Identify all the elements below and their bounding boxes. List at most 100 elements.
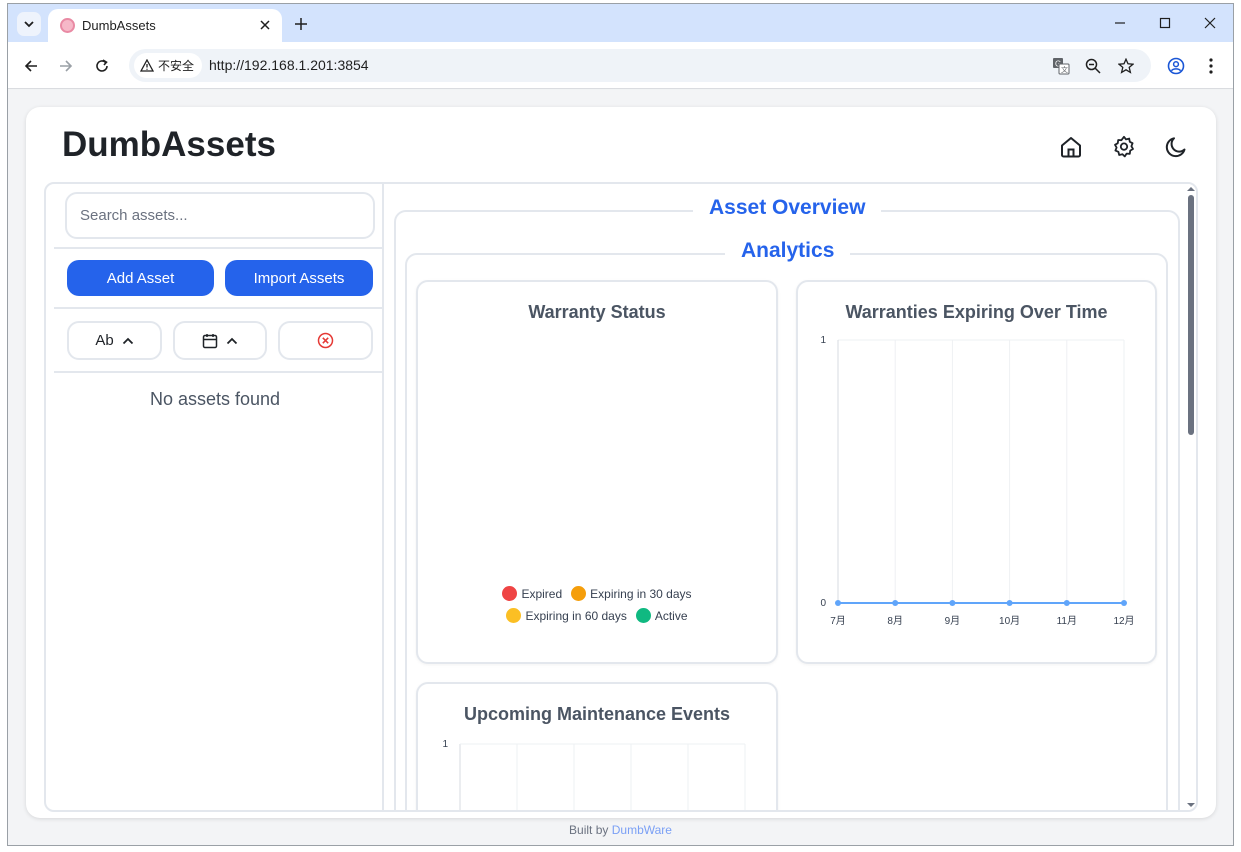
sort-by-date-button[interactable] — [173, 321, 267, 360]
main-frame: Add Asset Import Assets Ab N — [44, 182, 1198, 812]
page-viewport: DumbAssets Add Asset Import Assets — [8, 90, 1233, 845]
y-tick-label: 1 — [820, 335, 826, 346]
legend-swatch — [635, 608, 651, 623]
legend-label: Active — [654, 608, 688, 623]
chart-title: Warranty Status — [528, 302, 666, 322]
divider — [54, 247, 384, 249]
arrow-left-icon — [24, 60, 37, 72]
x-tick-label: 10月 — [999, 615, 1020, 627]
security-indicator[interactable]: 不安全 — [134, 53, 203, 78]
legend-item-expired[interactable]: Expired — [502, 586, 562, 601]
home-button[interactable] — [1056, 132, 1086, 162]
divider — [54, 371, 384, 373]
legend-item-expiring-60[interactable]: Expiring in 60 days — [506, 608, 627, 623]
legend-label: Expiring in 60 days — [525, 608, 627, 623]
scrollbar[interactable] — [1184, 184, 1196, 810]
settings-icon — [1114, 135, 1134, 158]
empty-state-message: No assets found — [149, 389, 281, 409]
browser-menu-button[interactable] — [1200, 55, 1222, 77]
warranties-expiring-chart: Warranties Expiring Over Time 0 1 7月 8月 9月 10… — [796, 280, 1157, 664]
tab-search-button[interactable] — [17, 12, 41, 36]
star-icon — [1118, 58, 1134, 74]
tab-strip: DumbAssets — [8, 4, 1233, 42]
sort-name-label: Ab — [95, 332, 114, 349]
clear-circle-icon — [317, 332, 334, 349]
footer: Built by DumbWare — [8, 823, 1233, 837]
data-point — [1063, 600, 1070, 606]
x-tick-label: 8月 — [887, 615, 903, 627]
back-button[interactable] — [20, 55, 42, 77]
add-asset-button[interactable]: Add Asset — [67, 260, 214, 296]
zoom-button[interactable] — [1082, 55, 1104, 77]
legend-swatch — [571, 586, 587, 601]
profile-icon — [1167, 57, 1185, 75]
browser-toolbar: 不安全 http://192.168.1.201:3854 G文 — [8, 42, 1233, 89]
chart-legend: Expired Expiring in 30 days — [418, 586, 776, 601]
forward-button[interactable] — [55, 55, 77, 77]
svg-text:文: 文 — [1061, 65, 1068, 74]
asset-overview-title: Asset Overview — [693, 196, 882, 220]
data-point — [949, 600, 956, 606]
zoom-out-icon — [1085, 58, 1101, 74]
search-input[interactable] — [65, 192, 375, 239]
security-label: 不安全 — [158, 59, 195, 73]
reload-button[interactable] — [91, 55, 113, 77]
warranty-status-chart: Warranty Status Expired Expiring in 30 d… — [416, 280, 778, 664]
close-icon — [260, 20, 270, 30]
scroll-down-arrow[interactable] — [1187, 803, 1195, 807]
maximize-icon — [1159, 17, 1171, 29]
y-tick-label: 1 — [442, 739, 448, 750]
chart-title: Upcoming Maintenance Events — [463, 704, 731, 724]
settings-button[interactable] — [1109, 132, 1139, 162]
sidebar: Add Asset Import Assets Ab N — [46, 184, 384, 810]
clear-filters-button[interactable] — [278, 321, 373, 360]
line-chart: 0 1 7月 8月 9月 10月 11月 12月 — [820, 335, 1134, 627]
calendar-icon — [202, 333, 218, 348]
legend-swatch — [506, 608, 522, 623]
sort-by-name-button[interactable]: Ab — [67, 321, 162, 360]
theme-toggle-button[interactable] — [1161, 132, 1191, 162]
chevron-up-icon — [226, 337, 238, 344]
maximize-button[interactable] — [1150, 12, 1180, 34]
chart-title: Warranties Expiring Over Time — [845, 302, 1108, 322]
legend-item-active[interactable]: Active — [635, 608, 688, 623]
more-vertical-icon — [1209, 58, 1213, 74]
url-text[interactable]: http://192.168.1.201:3854 — [209, 57, 369, 73]
address-bar[interactable]: 不安全 http://192.168.1.201:3854 G文 — [129, 49, 1151, 82]
data-point — [892, 600, 899, 606]
analytics-title: Analytics — [725, 239, 851, 263]
scroll-up-arrow[interactable] — [1187, 187, 1195, 191]
close-icon — [1204, 17, 1216, 29]
minimize-icon — [1115, 22, 1125, 24]
chart-legend: Expiring in 60 days Active — [418, 608, 776, 623]
reload-icon — [96, 59, 108, 72]
minimize-button[interactable] — [1105, 12, 1135, 34]
legend-label: Expired — [521, 586, 563, 601]
translate-button[interactable]: G文 — [1050, 55, 1072, 77]
y-tick-label: 0 — [820, 598, 826, 609]
legend-item-expiring-30[interactable]: Expiring in 30 days — [571, 586, 692, 601]
import-assets-button[interactable]: Import Assets — [225, 260, 373, 296]
scroll-thumb[interactable] — [1188, 195, 1194, 435]
tab-close-button[interactable] — [256, 16, 274, 34]
bookmark-button[interactable] — [1115, 55, 1137, 77]
line-chart: 1 — [442, 739, 746, 810]
legend-swatch — [502, 586, 518, 601]
x-tick-label: 11月 — [1057, 615, 1077, 627]
new-tab-button[interactable] — [290, 13, 312, 35]
favicon-icon — [60, 18, 75, 33]
data-point — [1006, 600, 1013, 606]
chevron-down-icon — [24, 21, 34, 28]
browser-window: DumbAssets 不安全 http://192.168.1.201:3854… — [7, 3, 1234, 846]
home-icon — [1061, 137, 1081, 158]
window-close-button[interactable] — [1195, 12, 1225, 34]
app-title: DumbAssets — [62, 125, 276, 164]
translate-icon: G文 — [1053, 58, 1070, 75]
x-tick-label: 7月 — [830, 615, 846, 627]
tab-title: DumbAssets — [82, 18, 156, 33]
browser-tab[interactable]: DumbAssets — [48, 9, 282, 42]
profile-button[interactable] — [1165, 55, 1187, 77]
x-tick-label: 12月 — [1113, 615, 1134, 627]
footer-prefix: Built by — [569, 823, 609, 837]
footer-link[interactable]: DumbWare — [612, 823, 672, 837]
